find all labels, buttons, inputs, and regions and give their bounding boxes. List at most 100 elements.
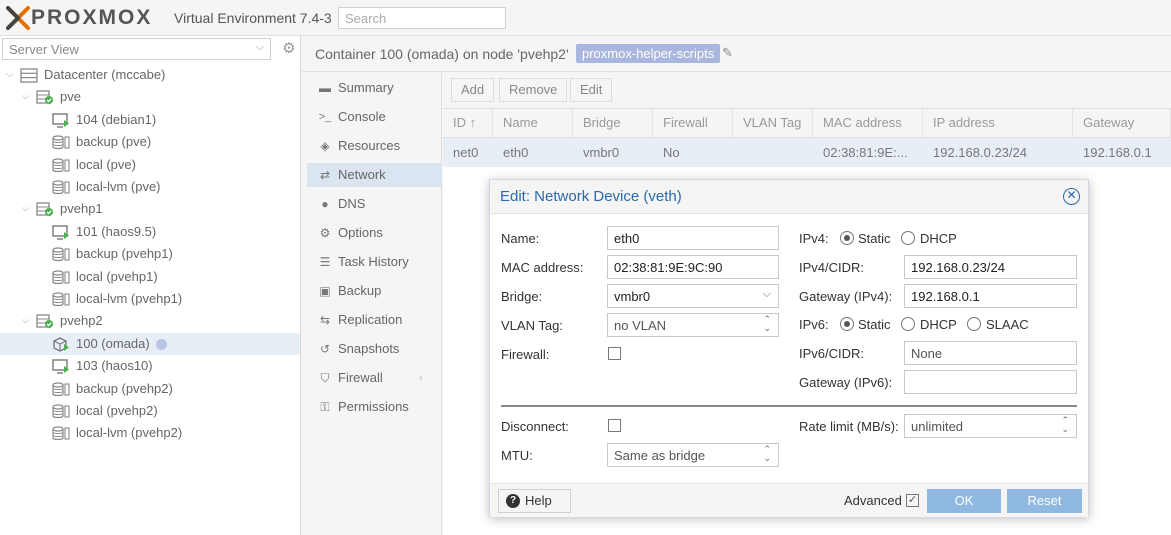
- edit-network-dialog: Edit: Network Device (veth) ✕ Name: eth0…: [489, 179, 1089, 517]
- spinner-icon[interactable]: ⌃ ⌄: [1061, 416, 1069, 434]
- disconnect-label: Disconnect:: [501, 419, 569, 434]
- firewall-checkbox[interactable]: [608, 347, 621, 360]
- ipv6-dhcp-radio[interactable]: [901, 317, 915, 331]
- vm-icon: [52, 359, 70, 374]
- menu-item-dns[interactable]: ● DNS: [307, 192, 442, 216]
- tree-item[interactable]: 100 (omada): [0, 332, 300, 355]
- tree-item[interactable]: local (pvehp2): [0, 400, 300, 422]
- menu-item-permissions[interactable]: ⚿ Permissions: [307, 395, 442, 419]
- tree-item[interactable]: 103 (haos10): [0, 355, 300, 377]
- gateway6-field[interactable]: [904, 370, 1077, 394]
- content-header: Container 100 (omada) on node 'pvehp2' p…: [302, 36, 1171, 72]
- spinner-icon[interactable]: ⌃ ⌄: [763, 445, 771, 463]
- view-select[interactable]: Server View ⌵: [2, 38, 271, 60]
- tree-item[interactable]: ⌵ pve: [0, 86, 300, 108]
- menu-item-replication[interactable]: ⇆ Replication: [307, 308, 442, 332]
- remove-button[interactable]: Remove: [499, 78, 568, 102]
- menu-item-resources[interactable]: ◈ Resources: [307, 134, 442, 158]
- tree-item-label: 100 (omada): [76, 335, 150, 351]
- menu-item-network[interactable]: ⇄ Network: [307, 163, 442, 187]
- menu-item-label: Summary: [338, 80, 394, 95]
- edit-button[interactable]: Edit: [570, 78, 613, 102]
- tag-badge[interactable]: proxmox-helper-scripts: [576, 44, 721, 63]
- mac-field[interactable]: 02:38:81:9E:9C:90: [607, 255, 779, 279]
- ipv4cidr-field[interactable]: 192.168.0.23/24: [904, 255, 1077, 279]
- tree-item[interactable]: ⌵ Datacenter (mccabe): [0, 64, 300, 86]
- gear-icon[interactable]: ⚙: [280, 39, 298, 59]
- tree-item[interactable]: local-lvm (pve): [0, 176, 300, 198]
- tree-item[interactable]: local-lvm (pvehp1): [0, 288, 300, 310]
- table-row[interactable]: net0 eth0 vmbr0 No 02:38:81:9E:... 192.168.0.…: [443, 138, 1171, 167]
- add-button[interactable]: Add: [451, 78, 495, 102]
- tree-item[interactable]: local (pvehp1): [0, 266, 300, 288]
- chevron-right-icon[interactable]: ›: [419, 366, 423, 390]
- column-header[interactable]: Firewall: [653, 109, 733, 137]
- proxmox-logo[interactable]: PROXMOX: [6, 5, 152, 31]
- column-header[interactable]: ID ↑: [443, 109, 493, 137]
- pencil-icon[interactable]: ✎: [722, 45, 733, 61]
- ipv6-slaac-radio[interactable]: [967, 317, 981, 331]
- datacenter-icon: [20, 68, 38, 83]
- column-header[interactable]: VLAN Tag: [733, 109, 813, 137]
- tree-item[interactable]: ⌵ pvehp2: [0, 310, 300, 332]
- expander-icon[interactable]: ⌵: [22, 198, 30, 220]
- menu-item-snapshots[interactable]: ↺ Snapshots: [307, 337, 442, 361]
- tree-item[interactable]: local (pve): [0, 154, 300, 176]
- tree-item-label: 101 (haos9.5): [76, 223, 157, 239]
- node-icon: [36, 202, 54, 217]
- column-header[interactable]: Name: [493, 109, 573, 137]
- expander-icon[interactable]: ⌵: [22, 310, 30, 332]
- chevron-down-icon: ⌵: [762, 288, 771, 300]
- search-input[interactable]: Search: [338, 7, 506, 29]
- expander-icon[interactable]: ⌵: [22, 86, 30, 108]
- tree-item[interactable]: ⌵ pvehp1: [0, 198, 300, 220]
- ipv4-static-radio[interactable]: [840, 231, 854, 245]
- menu-item-options[interactable]: ⚙ Options: [307, 221, 442, 245]
- menu-item-backup[interactable]: ▣ Backup: [307, 279, 442, 303]
- name-field[interactable]: eth0: [607, 226, 779, 250]
- tree-item[interactable]: 101 (haos9.5): [0, 221, 300, 243]
- tree-item[interactable]: backup (pvehp1): [0, 243, 300, 265]
- ipv4-dhcp-radio[interactable]: [901, 231, 915, 245]
- tree-item-label: local (pvehp2): [76, 403, 158, 418]
- node-icon: [36, 314, 54, 329]
- table-cell: eth0: [503, 145, 529, 160]
- storage-icon: [52, 292, 70, 307]
- menu-item-summary[interactable]: ▬ Summary: [307, 76, 442, 100]
- ok-button[interactable]: OK: [927, 489, 1001, 513]
- disconnect-checkbox[interactable]: [608, 419, 621, 432]
- tree-item[interactable]: backup (pve): [0, 131, 300, 153]
- tree-item[interactable]: 104 (debian1): [0, 109, 300, 131]
- storage-icon: [52, 426, 70, 441]
- storage-icon: [52, 269, 70, 285]
- tree-item[interactable]: backup (pvehp2): [0, 378, 300, 400]
- reset-button[interactable]: Reset: [1007, 489, 1082, 513]
- rate-limit-field[interactable]: unlimited ⌃ ⌄: [904, 414, 1077, 438]
- gateway4-field[interactable]: 192.168.0.1: [904, 284, 1077, 308]
- mtu-field[interactable]: Same as bridge ⌃ ⌄: [607, 443, 779, 467]
- column-header[interactable]: MAC address: [813, 109, 923, 137]
- table-cell: net0: [453, 145, 479, 160]
- spinner-icon[interactable]: ⌃ ⌄: [763, 315, 771, 333]
- help-label: Help: [525, 493, 552, 508]
- ipv6cidr-field[interactable]: None: [904, 341, 1077, 365]
- cube-icon: ◈: [320, 139, 330, 153]
- storage-icon: [52, 135, 70, 150]
- menu-item-task-history[interactable]: ☰ Task History: [307, 250, 442, 274]
- vlan-field[interactable]: no VLAN ⌃ ⌄: [607, 313, 779, 337]
- floppy-icon: ▣: [319, 284, 331, 298]
- column-header[interactable]: Bridge: [573, 109, 653, 137]
- expander-icon[interactable]: ⌵: [6, 64, 14, 86]
- column-header[interactable]: IP address: [923, 109, 1073, 137]
- help-button[interactable]: ? Help: [498, 489, 571, 513]
- ipv6-static-radio[interactable]: [840, 317, 854, 331]
- page-title: Container 100 (omada) on node 'pvehp2': [315, 46, 569, 62]
- close-icon[interactable]: ✕: [1063, 188, 1080, 205]
- tree-item[interactable]: local-lvm (pvehp2): [0, 422, 300, 444]
- menu-item-console[interactable]: >_ Console: [307, 105, 442, 129]
- menu-item-label: Options: [338, 225, 383, 240]
- advanced-checkbox[interactable]: ✓: [906, 494, 919, 507]
- bridge-select[interactable]: vmbr0 ⌵: [607, 284, 779, 308]
- column-header[interactable]: Gateway: [1073, 109, 1171, 137]
- menu-item-firewall[interactable]: ⛉ Firewall ›: [307, 366, 442, 390]
